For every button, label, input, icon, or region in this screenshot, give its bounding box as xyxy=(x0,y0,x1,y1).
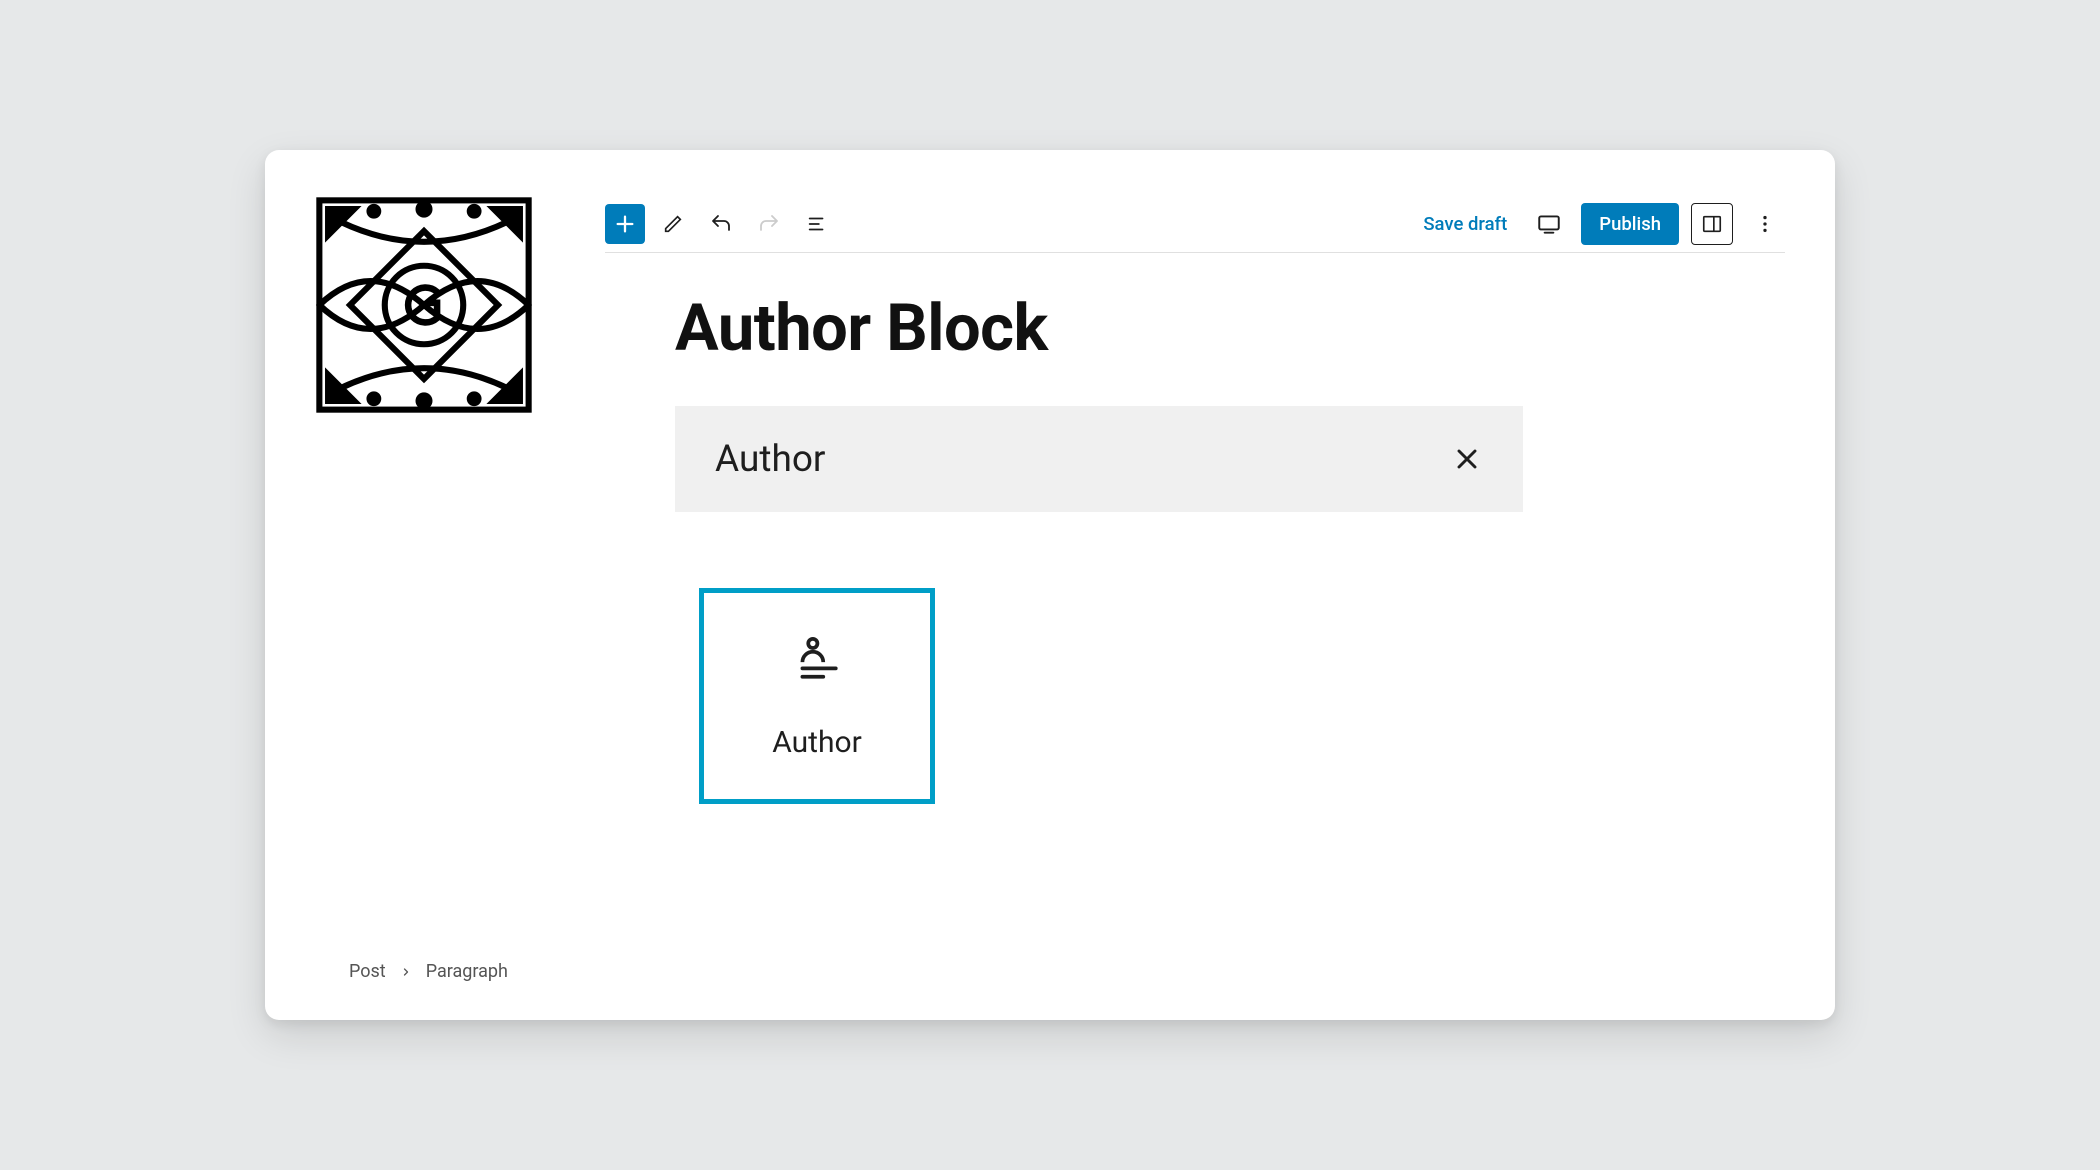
block-search-input[interactable]: Author xyxy=(715,438,1451,481)
redo-button xyxy=(749,204,789,244)
close-icon xyxy=(1451,443,1483,475)
block-search-box: Author xyxy=(675,406,1523,512)
settings-sidebar-toggle[interactable] xyxy=(1691,203,1733,245)
chevron-right-icon xyxy=(400,966,412,978)
preview-button[interactable] xyxy=(1529,204,1569,244)
more-options-button[interactable] xyxy=(1745,204,1785,244)
edit-mode-button[interactable] xyxy=(653,204,693,244)
author-icon xyxy=(792,633,842,683)
breadcrumb: Post Paragraph xyxy=(349,961,508,982)
undo-button[interactable] xyxy=(701,204,741,244)
block-result-author[interactable]: Author xyxy=(699,588,935,804)
page-title[interactable]: Author Block xyxy=(675,290,1785,366)
add-block-button[interactable] xyxy=(605,204,645,244)
editor-toolbar: Save draft Publish xyxy=(605,195,1785,253)
site-logo[interactable] xyxy=(315,196,533,414)
publish-button[interactable]: Publish xyxy=(1581,203,1679,245)
breadcrumb-current[interactable]: Paragraph xyxy=(426,961,508,982)
clear-search-button[interactable] xyxy=(1451,443,1483,475)
breadcrumb-root[interactable]: Post xyxy=(349,961,386,982)
toolbar-left-group xyxy=(605,204,837,244)
editor-content: Author Block Author Author xyxy=(675,290,1785,804)
block-result-label: Author xyxy=(772,725,862,760)
toolbar-right-group: Save draft Publish xyxy=(1413,203,1785,245)
save-draft-button[interactable]: Save draft xyxy=(1413,205,1517,243)
document-overview-button[interactable] xyxy=(797,204,837,244)
editor-window: Save draft Publish Author Block Author xyxy=(265,150,1835,1020)
